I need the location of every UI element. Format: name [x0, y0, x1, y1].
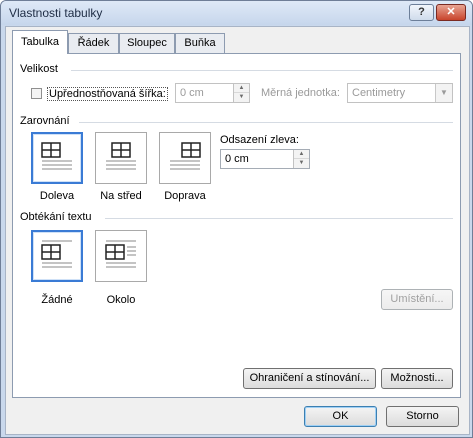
tab-label: Řádek	[77, 37, 110, 49]
indent-input[interactable]: 0 cm ▲ ▼	[220, 149, 310, 169]
wrap-none-icon	[41, 240, 72, 268]
align-left-label: Doleva	[39, 190, 75, 202]
unit-label: Měrná jednotka:	[261, 87, 340, 99]
dialog-body: Tabulka Řádek Sloupec Buňka Velikost Upř…	[5, 26, 470, 435]
tab-tabulka[interactable]: Tabulka	[12, 30, 68, 54]
alignment-heading: Zarovnání	[20, 115, 70, 127]
unit-select[interactable]: Centimetry ▼	[347, 83, 453, 103]
align-center-label: Na střed	[100, 190, 142, 202]
spin-up-icon[interactable]: ▲	[294, 150, 309, 159]
tab-radek[interactable]: Řádek	[68, 33, 119, 53]
divider	[79, 122, 453, 123]
wrap-heading: Obtékání textu	[20, 211, 92, 223]
unit-value: Centimetry	[352, 87, 406, 99]
preferred-width-label: Upřednostňovaná šířka:	[47, 87, 168, 101]
size-heading: Velikost	[20, 63, 58, 75]
close-icon: ✕	[446, 6, 456, 18]
divider	[105, 218, 453, 219]
cancel-button[interactable]: Storno	[386, 406, 459, 427]
wrap-none-label: Žádné	[41, 294, 73, 306]
indent-label: Odsazení zleva:	[220, 134, 299, 146]
options-button-label: Možnosti...	[390, 372, 444, 384]
close-button[interactable]: ✕	[436, 4, 466, 21]
align-right-option[interactable]	[159, 132, 211, 184]
borders-shading-label: Ohraničení a stínování...	[249, 372, 370, 384]
title-bar[interactable]: Vlastnosti tabulky ? ✕	[1, 1, 472, 25]
wrap-around-icon	[105, 240, 136, 268]
tab-label: Buňka	[184, 37, 216, 49]
preferred-width-checkbox[interactable]	[31, 88, 42, 99]
tab-label: Sloupec	[127, 37, 167, 49]
align-center-option[interactable]	[95, 132, 147, 184]
ok-button[interactable]: OK	[304, 406, 377, 427]
spin-down-icon[interactable]: ▼	[234, 93, 249, 102]
tab-bunka[interactable]: Buňka	[175, 33, 225, 53]
window-title: Vlastnosti tabulky	[9, 6, 103, 20]
tab-panel-tabulka: Velikost Upřednostňovaná šířka: 0 cm ▲ ▼…	[12, 53, 461, 398]
tab-sloupec[interactable]: Sloupec	[119, 33, 175, 53]
width-value: 0 cm	[180, 87, 204, 99]
align-right-icon	[170, 142, 201, 170]
wrap-around-label: Okolo	[106, 294, 136, 306]
indent-spinner[interactable]: ▲ ▼	[293, 150, 309, 168]
wrap-around-option[interactable]	[95, 230, 147, 282]
divider	[71, 70, 453, 71]
borders-shading-button[interactable]: Ohraničení a stínování...	[243, 368, 376, 389]
chevron-down-icon[interactable]: ▼	[435, 84, 452, 102]
align-left-icon	[41, 142, 72, 170]
help-button[interactable]: ?	[409, 4, 434, 21]
width-spinner[interactable]: ▲ ▼	[233, 84, 249, 102]
options-button[interactable]: Možnosti...	[381, 368, 453, 389]
ok-button-label: OK	[332, 410, 349, 422]
spin-up-icon[interactable]: ▲	[234, 84, 249, 93]
positioning-button-label: Umístění...	[390, 293, 444, 305]
cancel-button-label: Storno	[406, 410, 439, 422]
align-center-icon	[106, 142, 136, 170]
positioning-button[interactable]: Umístění...	[381, 289, 453, 310]
spin-down-icon[interactable]: ▼	[294, 159, 309, 168]
help-icon: ?	[418, 6, 425, 18]
tab-label: Tabulka	[21, 36, 59, 48]
indent-value: 0 cm	[225, 153, 249, 165]
align-right-label: Doprava	[164, 190, 206, 202]
table-properties-dialog: Vlastnosti tabulky ? ✕ Tabulka Řádek Slo…	[0, 0, 473, 438]
align-left-option[interactable]	[31, 132, 83, 184]
width-input[interactable]: 0 cm ▲ ▼	[175, 83, 250, 103]
wrap-none-option[interactable]	[31, 230, 83, 282]
